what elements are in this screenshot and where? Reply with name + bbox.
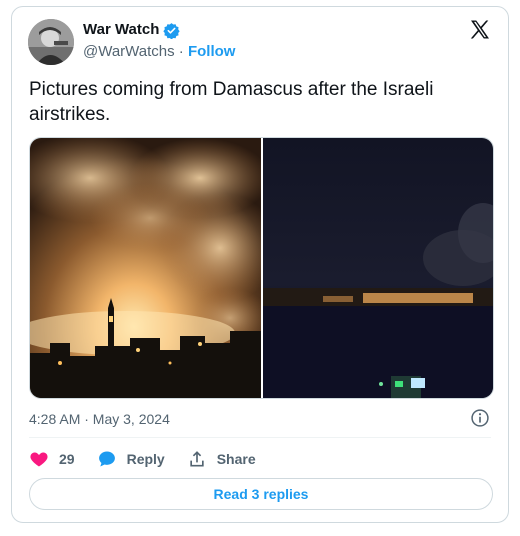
author-name-row: War Watch: [83, 21, 181, 39]
info-icon[interactable]: [470, 408, 490, 428]
heart-icon: [30, 452, 48, 467]
handle-separator: ·: [178, 43, 184, 60]
verified-badge-icon: [163, 22, 181, 39]
author-handle[interactable]: @WarWatchs: [83, 43, 175, 60]
reply-button[interactable]: Reply: [97, 449, 165, 469]
avatar[interactable]: [28, 19, 74, 65]
action-bar: 29 Reply Share: [29, 447, 278, 471]
tweet-timestamp[interactable]: 4:28 AM · May 3, 2024: [29, 410, 170, 428]
tweet-text: Pictures coming from Damascus after the …: [29, 79, 434, 125]
share-icon: [190, 451, 204, 467]
media-grid[interactable]: [29, 137, 494, 399]
author-name[interactable]: War Watch: [83, 21, 159, 39]
x-logo-icon[interactable]: [468, 18, 492, 42]
share-label: Share: [216, 451, 256, 467]
like-button[interactable]: 29: [29, 449, 75, 469]
author-handle-row: @WarWatchs · Follow: [83, 43, 235, 61]
reply-bubble-icon: [98, 451, 115, 467]
reply-label: Reply: [126, 451, 165, 467]
read-replies-button[interactable]: Read 3 replies: [29, 478, 493, 510]
follow-link[interactable]: Follow: [188, 43, 236, 60]
share-button[interactable]: Share: [187, 449, 256, 469]
photo-explosion[interactable]: [30, 138, 261, 398]
divider: [29, 437, 491, 438]
tweet-card[interactable]: War Watch @WarWatchs · Follow Pictures c…: [11, 6, 509, 523]
photo-night-skyline[interactable]: [263, 138, 493, 398]
like-count: 29: [59, 451, 75, 467]
